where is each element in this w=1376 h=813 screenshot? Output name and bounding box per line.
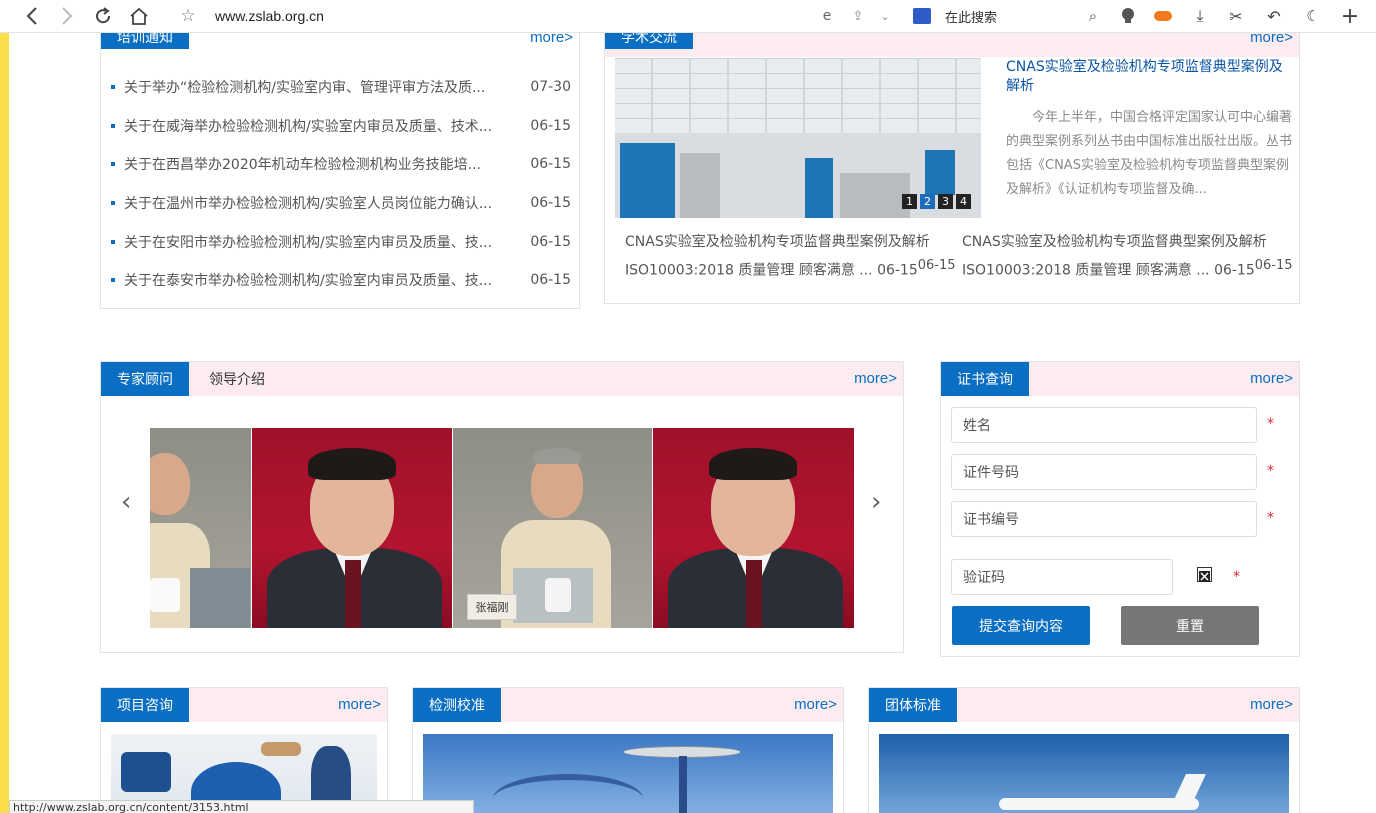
undo-icon[interactable]: ↶ xyxy=(1262,5,1286,27)
training-header: 培训通知 more> xyxy=(101,33,579,58)
page-content: 培训通知 more> 关于举办“检验检测机构/实验室内审、管理评审方法及质...… xyxy=(0,33,1376,813)
expert-photo[interactable] xyxy=(252,428,452,628)
chevron-down-icon[interactable]: ⌄ xyxy=(873,5,897,27)
group-standard-panel: 团体标准 more> xyxy=(868,687,1300,813)
reload-icon[interactable] xyxy=(91,5,115,27)
required-mark: * xyxy=(1267,416,1274,432)
tab-certificate[interactable]: 证书查询 xyxy=(941,362,1029,396)
home-icon[interactable] xyxy=(127,5,151,27)
experts-more-link[interactable]: more> xyxy=(854,370,897,387)
lab-photo-slider[interactable]: 1 2 3 4 xyxy=(615,58,981,218)
back-icon[interactable] xyxy=(20,5,44,27)
group-standard-header: 团体标准 more> xyxy=(869,688,1299,722)
name-field[interactable]: 姓名 xyxy=(951,407,1257,443)
academic-more-link[interactable]: more> xyxy=(1250,33,1293,46)
certificate-more-link[interactable]: more> xyxy=(1250,370,1293,387)
list-item[interactable]: 关于在西昌举办2020年机动车检验检测机构业务技能培... 06-15 xyxy=(111,145,571,184)
nameplate: 张福刚 xyxy=(467,594,517,620)
slider-pagination: 1 2 3 4 xyxy=(902,194,971,209)
status-bar-url: http://www.zslab.org.cn/content/3153.htm… xyxy=(9,800,474,813)
bookmark-star-icon[interactable]: ☆ xyxy=(176,5,200,27)
feature-description: 今年上半年，中国合格评定国家认可中心编著的典型案例系列丛书由中国标准出版社出版。… xyxy=(1006,110,1293,197)
list-item[interactable]: 关于在威海举办检验检测机构/实验室内审员及质量、技术... 06-15 xyxy=(111,107,571,146)
tab-group-standard[interactable]: 团体标准 xyxy=(869,688,957,722)
gamepad-icon[interactable] xyxy=(1151,5,1175,27)
lightbulb-icon[interactable] xyxy=(1116,5,1140,27)
expert-carousel: 张福刚 xyxy=(150,428,854,628)
slider-dot-active[interactable]: 2 xyxy=(920,194,935,209)
required-mark: * xyxy=(1267,510,1274,526)
certificate-header: 证书查询 more> xyxy=(941,362,1299,396)
training-more-link[interactable]: more> xyxy=(530,33,573,46)
night-mode-icon[interactable]: ☾ xyxy=(1301,5,1325,27)
tab-experts[interactable]: 专家顾问 xyxy=(101,362,189,396)
list-item[interactable]: 关于在安阳市举办检验检测机构/实验室内审员及质量、技... 06-15 xyxy=(111,222,571,261)
testing-image[interactable] xyxy=(423,734,833,813)
id-number-field[interactable]: 证件号码 xyxy=(951,454,1257,490)
tab-consult[interactable]: 项目咨询 xyxy=(101,688,189,722)
menu-plus-icon[interactable]: + xyxy=(1338,4,1362,29)
captcha-image-icon[interactable] xyxy=(1197,567,1212,582)
expert-photo[interactable] xyxy=(653,428,854,628)
training-list: 关于举办“检验检测机构/实验室内审、管理评审方法及质... 07-30 关于在威海… xyxy=(111,68,571,300)
testing-header: 检测校准 more> xyxy=(413,688,843,722)
slider-dot[interactable]: 4 xyxy=(956,194,971,209)
tab-testing[interactable]: 检测校准 xyxy=(413,688,501,722)
required-mark: * xyxy=(1267,463,1274,479)
group-standard-more-link[interactable]: more> xyxy=(1250,696,1293,713)
reset-button[interactable]: 重置 xyxy=(1121,606,1259,645)
search-engine-icon[interactable] xyxy=(913,8,931,24)
slider-dot[interactable]: 1 xyxy=(902,194,917,209)
list-item[interactable]: 关于在温州市举办检验检测机构/实验室人员岗位能力确认... 06-15 xyxy=(111,184,571,223)
training-panel: 培训通知 more> 关于举办“检验检测机构/实验室内审、管理评审方法及质...… xyxy=(100,33,580,309)
list-item[interactable]: 关于在泰安市举办检验检测机构/实验室内审员及质量、技... 06-15 xyxy=(111,261,571,300)
feature-title[interactable]: CNAS实验室及检验机构专项监督典型案例及解析 xyxy=(1006,58,1296,96)
airplane-image[interactable] xyxy=(879,734,1289,813)
submit-query-button[interactable]: 提交查询内容 xyxy=(952,606,1090,645)
consult-panel: 项目咨询 more> xyxy=(100,687,388,813)
consult-header: 项目咨询 more> xyxy=(101,688,387,722)
academic-item[interactable]: CNAS实验室及检验机构专项监督典型案例及解析 ISO10003:2018 质量… xyxy=(625,230,956,283)
list-item[interactable]: 关于举办“检验检测机构/实验室内审、管理评审方法及质... 07-30 xyxy=(111,68,571,107)
captcha-field[interactable]: 验证码 xyxy=(951,559,1173,595)
tab-leaders[interactable]: 领导介绍 xyxy=(209,362,265,396)
experts-header: 专家顾问 领导介绍 more> xyxy=(101,362,903,396)
carousel-next-icon[interactable]: › xyxy=(871,487,881,517)
academic-panel: 学术交流 more> 1 2 3 4 CNAS实验室及检验机构专项监督典型案例及… xyxy=(604,33,1300,304)
testing-panel: 检测校准 more> xyxy=(412,687,844,813)
expert-photo[interactable] xyxy=(150,428,251,628)
browser-toolbar: ☆ www.zslab.org.cn e ⇪ ⌄ 在此搜索 ⌕ ⤓ ✂ ↶ ☾ … xyxy=(0,0,1376,33)
testing-more-link[interactable]: more> xyxy=(794,696,837,713)
search-box[interactable]: 在此搜索 xyxy=(913,5,1108,27)
academic-header: 学术交流 more> xyxy=(605,33,1299,57)
scissors-icon[interactable]: ✂ xyxy=(1224,5,1248,27)
academic-item[interactable]: CNAS实验室及检验机构专项监督典型案例及解析 ISO10003:2018 质量… xyxy=(962,230,1293,283)
search-icon[interactable]: ⌕ xyxy=(1081,5,1105,27)
forward-icon[interactable] xyxy=(55,5,79,27)
address-bar[interactable]: www.zslab.org.cn xyxy=(215,8,324,24)
certificate-panel: 证书查询 more> 姓名 * 证件号码 * 证书编号 * 验证码 * 提交查询… xyxy=(940,361,1300,657)
download-icon[interactable]: ⤓ xyxy=(1188,5,1212,27)
consult-more-link[interactable]: more> xyxy=(338,696,381,713)
search-input[interactable]: 在此搜索 xyxy=(945,7,997,26)
expert-photo[interactable]: 张福刚 xyxy=(453,428,652,628)
carousel-prev-icon[interactable]: ‹ xyxy=(121,487,131,517)
required-mark: * xyxy=(1233,569,1240,585)
tab-training[interactable]: 培训通知 xyxy=(101,33,189,49)
tab-academic[interactable]: 学术交流 xyxy=(605,33,693,49)
share-icon[interactable]: ⇪ xyxy=(846,5,870,27)
slider-dot[interactable]: 3 xyxy=(938,194,953,209)
ie-mode-icon[interactable]: e xyxy=(815,5,839,27)
experts-panel: 专家顾问 领导介绍 more> ‹ › 张福刚 xyxy=(100,361,904,653)
certificate-number-field[interactable]: 证书编号 xyxy=(951,501,1257,537)
